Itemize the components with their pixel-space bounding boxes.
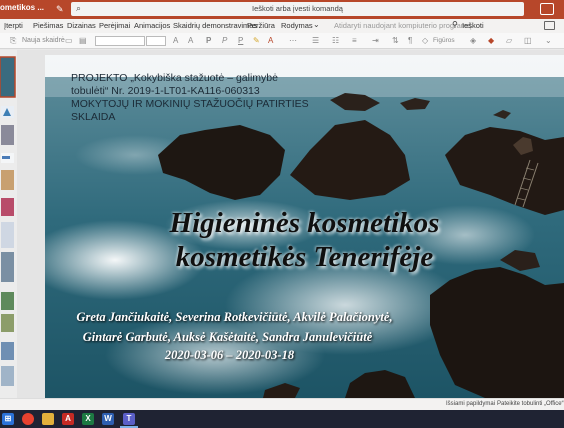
shapes-button[interactable]: Figūros	[433, 36, 455, 46]
edit-icon[interactable]: ✎	[56, 4, 66, 14]
thumbnail-slide-6[interactable]	[1, 198, 14, 216]
slide[interactable]: PROJEKTO „Kokybiška stažuotė – galimybė …	[45, 55, 564, 398]
shapes-icon[interactable]: ◇	[422, 36, 428, 46]
increase-font-icon[interactable]: A	[173, 36, 178, 46]
windows-start-icon[interactable]: ⊞	[2, 413, 14, 425]
thumbnail-strip	[0, 56, 16, 386]
tab-design[interactable]: Dizainas	[67, 21, 96, 30]
font-family-input[interactable]	[95, 36, 145, 46]
thumbnail-slide-1[interactable]	[0, 56, 16, 98]
teams-icon[interactable]: T	[123, 413, 135, 425]
thumbnail-slide-7[interactable]	[1, 222, 14, 248]
tab-transitions[interactable]: Perėjimai	[99, 21, 130, 30]
search-placeholder: Ieškoti arba įvesti komandą	[252, 4, 343, 13]
word-icon[interactable]: W	[102, 413, 114, 425]
chevron-down-icon[interactable]: ⌄	[313, 20, 320, 29]
chrome-icon[interactable]	[22, 413, 34, 425]
arrange-icon[interactable]: ◈	[470, 36, 476, 46]
project-line-2: tobulėti“ Nr. 2019-1-LT01-KA116-060313	[71, 85, 260, 97]
highlight-icon[interactable]: ✎	[253, 36, 260, 46]
undo-icon[interactable]: ⎘	[10, 36, 16, 46]
format-icon[interactable]: ▤	[79, 36, 87, 46]
comment-icon[interactable]	[544, 21, 555, 30]
layout-icon[interactable]: ▭	[65, 36, 73, 46]
tab-view[interactable]: Rodymas	[281, 21, 313, 30]
slide-thumbnails	[0, 50, 17, 398]
help-link[interactable]: Išsiami papildymai	[446, 401, 495, 407]
authors-line-1: Greta Jančiukaitė, Severina Rotkevičiūtė…	[76, 310, 393, 324]
ribbon-more-icon[interactable]: ⌄	[545, 36, 552, 46]
tab-animations[interactable]: Animacijos	[134, 21, 170, 30]
slide-title-line-1: Higieninės kosmetikos	[169, 207, 440, 239]
indent-icon[interactable]: ⇥	[372, 36, 379, 46]
tab-review[interactable]: Peržiūra	[247, 21, 275, 30]
open-in-desktop-link[interactable]: Atidaryti naudojant kompiuterio programą	[334, 21, 471, 30]
project-line-1: PROJEKTO „Kokybiška stažuotė – galimybė	[71, 72, 278, 84]
dates-line: 2020-03-06 – 2020-03-18	[164, 348, 295, 362]
menu-bar: Įterpti Piešimas Dizainas Perėjimai Anim…	[0, 19, 564, 33]
find-icon: ⚲	[452, 20, 458, 29]
window-icon[interactable]	[540, 3, 554, 15]
feedback-link[interactable]: Pateikite tobulinti „Office“	[497, 401, 564, 407]
files-icon[interactable]	[42, 413, 54, 425]
shape-outline-icon[interactable]: ▱	[506, 36, 512, 46]
more-icon[interactable]: ⋯	[289, 36, 297, 46]
thumbnail-slide-8[interactable]	[1, 252, 14, 282]
find-button[interactable]: Ieškoti	[462, 21, 484, 30]
document-title[interactable]: ometikos ...	[0, 3, 52, 12]
ribbon: ⎘ Nauja skaidrė ▭ ▤ A A P P P ✎ A ⋯ ☰ ☷ …	[0, 33, 564, 49]
authors-line-2: Gintarė Garbutė, Auksė Kašėtaitė, Sandra…	[82, 330, 373, 344]
underline-icon[interactable]: P	[238, 36, 243, 46]
tab-draw[interactable]: Piešimas	[33, 21, 63, 30]
search-box[interactable]: ⌕ Ieškoti arba įvesti komandą	[71, 2, 524, 16]
project-line-4: SKLAIDA	[71, 111, 116, 123]
thumbnail-slide-9[interactable]	[1, 292, 14, 310]
project-line-3: MOKYTOJŲ IR MOKINIŲ STAŽUOČIŲ PATIRTIES	[71, 98, 309, 110]
title-bar: ometikos ... ✎ ⌕ Ieškoti arba įvesti kom…	[0, 0, 564, 19]
pdf-icon[interactable]: A	[62, 413, 74, 425]
new-slide-button[interactable]: Nauja skaidrė	[22, 36, 65, 46]
shape-effects-icon[interactable]: ◫	[524, 36, 532, 46]
thumbnail-slide-10[interactable]	[1, 314, 14, 332]
slide-title-line-2: kosmetikės Tenerifėje	[175, 241, 434, 273]
bold-icon[interactable]: P	[206, 36, 211, 46]
numbering-icon[interactable]: ☷	[332, 36, 339, 46]
thumbnail-slide-11[interactable]	[1, 342, 14, 360]
taskbar: ⊞ A X W T	[0, 410, 564, 428]
italic-icon[interactable]: P	[222, 36, 227, 46]
shape-fill-icon[interactable]: ◆	[488, 36, 494, 46]
font-size-input[interactable]	[146, 36, 166, 46]
font-color-icon[interactable]: A	[268, 36, 273, 46]
thumbnail-slide-5[interactable]	[1, 170, 14, 190]
paragraph-icon[interactable]: ¶	[408, 36, 412, 46]
thumbnail-slide-12[interactable]	[1, 366, 14, 386]
decrease-font-icon[interactable]: A	[188, 36, 193, 46]
tab-slideshow[interactable]: Skaidrių demonstravimas	[173, 21, 257, 30]
bullets-icon[interactable]: ☰	[312, 36, 319, 46]
excel-icon[interactable]: X	[82, 413, 94, 425]
align-icon[interactable]: ≡	[352, 36, 357, 46]
status-bar: Išsiami papildymai Pateikite tobulinti „…	[0, 398, 564, 410]
text-direction-icon[interactable]: ⇅	[392, 36, 399, 46]
tab-insert[interactable]: Įterpti	[4, 21, 23, 30]
thumbnail-slide-3[interactable]	[1, 125, 14, 145]
